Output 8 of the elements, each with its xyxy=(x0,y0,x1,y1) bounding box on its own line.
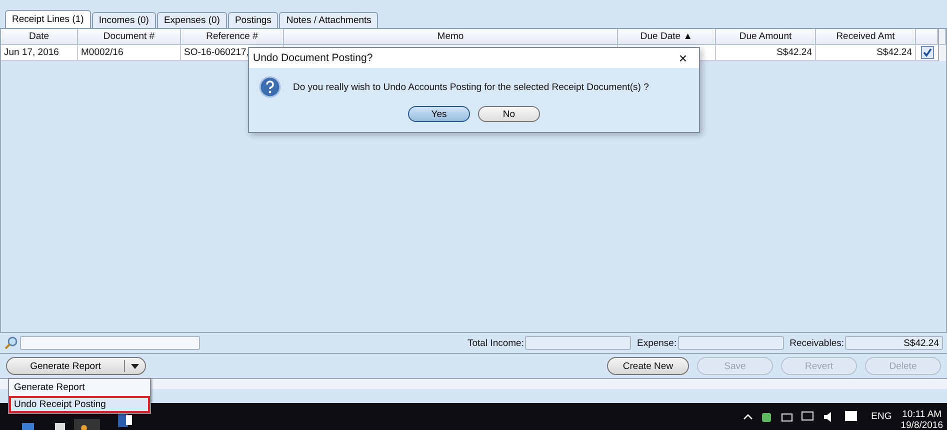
table-cell: S$42.24 xyxy=(816,45,916,61)
field-label: Expense: xyxy=(636,338,677,348)
table-cell: M0002/16 xyxy=(78,45,181,61)
table-cell: Jun 17, 2016 xyxy=(1,45,78,61)
table-cell: S$42.24 xyxy=(716,45,816,61)
field-label: Receivables: xyxy=(790,338,844,348)
field-label: Total Income: xyxy=(467,338,524,348)
dialog-message: Do you really wish to Undo Accounts Posting for the selected Receipt Document(s) ? xyxy=(293,82,649,92)
